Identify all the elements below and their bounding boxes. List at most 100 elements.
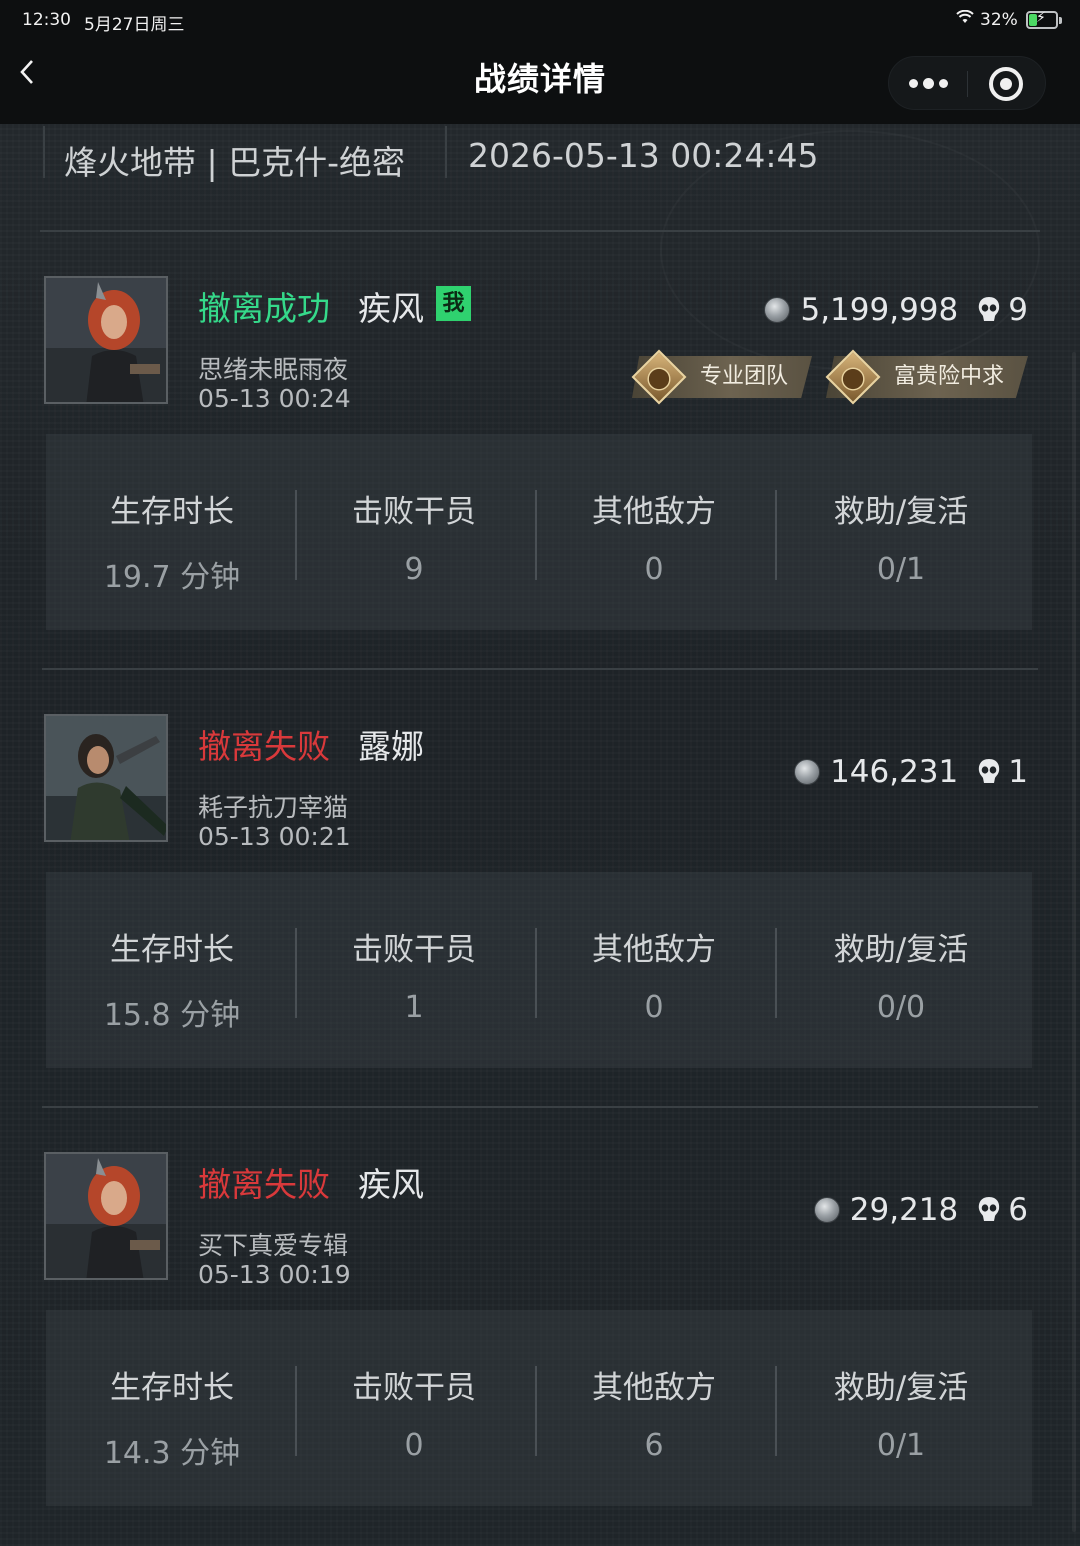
value-row: 146,231 1: [794, 752, 1028, 792]
stat-label: 救助/复活: [833, 494, 969, 530]
player-separator: [42, 668, 1038, 670]
match-datetime: 2026-05-13 00:24:45: [468, 136, 819, 175]
player-nickname: 买下真爱专辑: [198, 1231, 349, 1260]
extraction-value: 29,218: [849, 1192, 959, 1228]
stat-label: 击败干员: [352, 932, 476, 968]
extraction-status: 撤离成功: [198, 289, 330, 328]
more-dots-icon: [908, 78, 918, 88]
stat-value: 0: [644, 990, 664, 1025]
coin-icon: [813, 1197, 840, 1223]
wifi-icon: [956, 9, 974, 28]
extraction-value: 5,199,998: [800, 292, 959, 328]
battery-nub: [1059, 17, 1062, 24]
stat-other-enemies: 其他敌方 0: [536, 434, 772, 630]
stat-value: 19.7 分钟: [103, 560, 241, 595]
stat-value: 0: [644, 552, 664, 587]
mini-program-capsule: [888, 56, 1046, 110]
player-nickname: 思绪未眠雨夜: [198, 355, 349, 384]
stat-label: 其他敌方: [592, 1370, 716, 1406]
charging-bolt-icon: ⚡: [1036, 10, 1046, 26]
match-header: 烽火地带 | 巴克什-绝密 2026-05-13 00:24:45: [0, 124, 1080, 234]
more-dot: [922, 77, 934, 89]
operator-name: 露娜: [358, 727, 424, 766]
stat-label: 救助/复活: [833, 1370, 969, 1406]
scrollbar[interactable]: [1072, 352, 1076, 1532]
me-badge: 我: [436, 286, 471, 321]
header-separator: [40, 230, 1040, 232]
match-map: 烽火地带 | 巴克什-绝密: [64, 143, 406, 182]
player-card[interactable]: 撤离失败 露娜 耗子抗刀宰猫 05-13 00:21 146,231 1 生存时…: [0, 714, 1080, 1152]
player-card[interactable]: 撤离成功 疾风 我 思绪未眠雨夜 05-13 00:24 5,199,998 9…: [0, 276, 1080, 714]
kill-count: 6: [1008, 1192, 1028, 1228]
stat-value: 0/1: [876, 552, 926, 587]
more-dot: [938, 78, 948, 88]
stat-label: 其他敌方: [592, 932, 716, 968]
stat-other-enemies: 其他敌方 0: [536, 872, 772, 1068]
stat-kills: 击败干员 0: [296, 1310, 532, 1506]
skull-icon: [976, 1195, 1002, 1225]
system-status-bar: 12:30 5月27日周三 32% ⚡: [0, 0, 1080, 40]
close-target-button[interactable]: [989, 67, 1023, 101]
stat-value: 14.3 分钟: [103, 1436, 241, 1471]
stat-survival: 生存时长 19.7 分钟: [52, 434, 292, 630]
achievement-badge[interactable]: 专业团队: [631, 349, 812, 405]
skull-icon: [976, 757, 1002, 787]
kill-count: 1: [1008, 754, 1028, 790]
stats-panel: 生存时长 15.8 分钟 击败干员 1 其他敌方 0 救助/复活 0/0: [46, 872, 1032, 1068]
stat-assist-revive: 救助/复活 0/0: [776, 872, 1026, 1068]
stat-label: 击败干员: [352, 1370, 476, 1406]
battery-icon: ⚡: [1026, 10, 1062, 29]
operator-name: 疾风: [358, 1165, 424, 1204]
stat-other-enemies: 其他敌方 6: [536, 1310, 772, 1506]
stat-value: 9: [404, 552, 424, 587]
stats-panel: 生存时长 14.3 分钟 击败干员 0 其他敌方 6 救助/复活 0/1: [46, 1310, 1032, 1506]
stat-value: 1: [404, 990, 424, 1025]
player-card[interactable]: 撤离失败 疾风 买下真爱专辑 05-13 00:19 29,218 6 生存时长…: [0, 1152, 1080, 1546]
extraction-status: 撤离失败: [198, 1165, 330, 1204]
stat-label: 其他敌方: [592, 494, 716, 530]
stat-survival: 生存时长 14.3 分钟: [52, 1310, 292, 1506]
header-divider: [43, 126, 45, 178]
value-row: 29,218 6: [813, 1190, 1028, 1230]
more-button[interactable]: [889, 57, 967, 109]
stat-label: 救助/复活: [833, 932, 969, 968]
coin-icon: [794, 759, 821, 785]
navigation-bar: 战绩详情: [0, 40, 1080, 124]
operator-avatar: [44, 714, 168, 842]
operator-avatar: [44, 1152, 168, 1280]
stat-kills: 击败干员 1: [296, 872, 532, 1068]
status-time: 12:30: [22, 10, 71, 30]
status-date: 5月27日周三: [84, 15, 185, 35]
kill-count: 9: [1008, 292, 1028, 328]
player-separator: [42, 1106, 1038, 1108]
stat-label: 生存时长: [110, 494, 234, 530]
stat-assist-revive: 救助/复活 0/1: [776, 434, 1026, 630]
coin-icon: [764, 297, 791, 323]
stat-value: 15.8 分钟: [103, 998, 241, 1033]
value-row: 5,199,998 9: [764, 290, 1028, 330]
stat-value: 0: [404, 1428, 424, 1463]
stat-value: 0/0: [876, 990, 926, 1025]
stat-kills: 击败干员 9: [296, 434, 532, 630]
stats-panel: 生存时长 19.7 分钟 击败干员 9 其他敌方 0 救助/复活 0/1: [46, 434, 1032, 630]
player-time: 05-13 00:24: [198, 384, 351, 413]
player-nickname: 耗子抗刀宰猫: [198, 793, 349, 822]
capsule-divider: [967, 71, 968, 97]
player-time: 05-13 00:19: [198, 1260, 351, 1289]
operator-name: 疾风: [358, 289, 424, 328]
stat-label: 生存时长: [110, 1370, 234, 1406]
extraction-value: 146,231: [830, 754, 959, 790]
stat-value: 6: [644, 1428, 664, 1463]
stat-assist-revive: 救助/复活 0/1: [776, 1310, 1026, 1506]
achievement-badge[interactable]: 富贵险中求: [825, 349, 1028, 405]
stat-value: 0/1: [876, 1428, 926, 1463]
achievement-badges: 专业团队 富贵险中求: [631, 349, 1028, 405]
player-time: 05-13 00:21: [198, 822, 351, 851]
stat-label: 生存时长: [110, 932, 234, 968]
stat-survival: 生存时长 15.8 分钟: [52, 872, 292, 1068]
operator-avatar: [44, 276, 168, 404]
extraction-status: 撤离失败: [198, 727, 330, 766]
battery-percent: 32%: [980, 10, 1018, 30]
stat-label: 击败干员: [352, 494, 476, 530]
header-divider: [445, 126, 447, 178]
